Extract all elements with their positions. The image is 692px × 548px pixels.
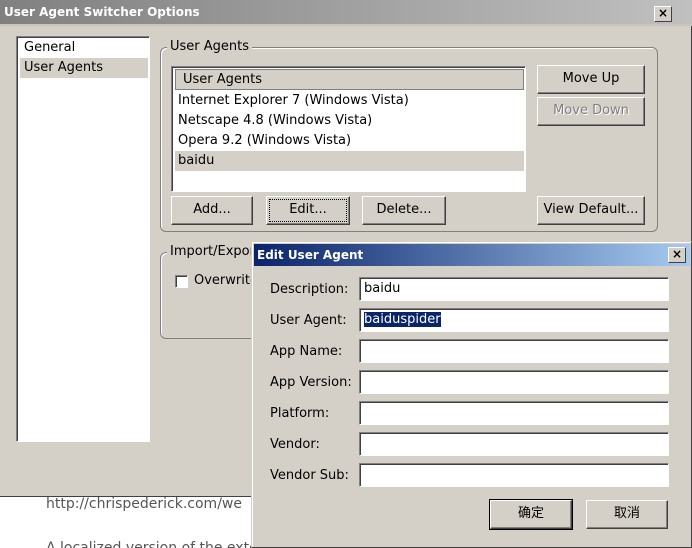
description-field[interactable]: baidu bbox=[359, 277, 669, 301]
edit-button[interactable]: Edit... bbox=[266, 196, 350, 225]
app-version-label: App Version: bbox=[270, 375, 352, 390]
options-title: User Agent Switcher Options bbox=[4, 5, 200, 19]
vendor-sub-label: Vendor Sub: bbox=[270, 468, 349, 483]
user-agent-item[interactable]: Internet Explorer 7 (Windows Vista) bbox=[175, 91, 524, 111]
move-down-label: Move Down bbox=[553, 103, 629, 118]
dialog-close-button[interactable]: × bbox=[668, 247, 686, 263]
move-up-button[interactable]: Move Up bbox=[537, 65, 645, 94]
view-default-label: View Default... bbox=[543, 202, 639, 217]
category-item-user-agents[interactable]: User Agents bbox=[20, 58, 148, 78]
delete-button[interactable]: Delete... bbox=[362, 196, 446, 225]
category-item-general[interactable]: General bbox=[20, 38, 148, 58]
overwrite-label: Overwrite bbox=[194, 273, 251, 288]
delete-label: Delete... bbox=[376, 202, 432, 217]
user-agent-item-selected[interactable]: baidu bbox=[175, 151, 524, 171]
view-default-button[interactable]: View Default... bbox=[537, 196, 645, 225]
user-agent-field[interactable]: baiduspider bbox=[359, 308, 669, 332]
cancel-label: 取消 bbox=[613, 506, 640, 521]
add-button[interactable]: Add... bbox=[171, 196, 253, 225]
add-label: Add... bbox=[193, 202, 231, 217]
overwrite-checkbox[interactable] bbox=[175, 275, 188, 288]
import-export-group-label: Import/Export bbox=[167, 244, 253, 259]
user-agents-group-label: User Agents bbox=[167, 39, 253, 54]
user-agent-list-header[interactable]: User Agents bbox=[175, 69, 524, 90]
dialog-title: Edit User Agent bbox=[257, 248, 364, 262]
app-version-field[interactable] bbox=[359, 370, 669, 394]
user-agent-item[interactable]: Netscape 4.8 (Windows Vista) bbox=[175, 111, 524, 131]
dialog-titlebar[interactable]: Edit User Agent × bbox=[254, 244, 690, 266]
vendor-sub-field[interactable] bbox=[359, 463, 669, 487]
platform-field[interactable] bbox=[359, 401, 669, 425]
user-agent-list[interactable]: User Agents Internet Explorer 7 (Windows… bbox=[171, 66, 526, 192]
edit-user-agent-dialog: Edit User Agent × Description: baidu Use… bbox=[251, 241, 692, 548]
vendor-label: Vendor: bbox=[270, 437, 320, 452]
edit-label: Edit... bbox=[289, 202, 327, 217]
user-agent-field-selected-text: baiduspider bbox=[364, 312, 441, 327]
close-icon: × bbox=[671, 247, 683, 261]
vendor-field[interactable] bbox=[359, 432, 669, 456]
move-down-button[interactable]: Move Down bbox=[537, 97, 645, 126]
options-close-button[interactable]: × bbox=[654, 6, 672, 22]
options-titlebar[interactable]: User Agent Switcher Options × bbox=[0, 0, 692, 26]
move-up-label: Move Up bbox=[562, 71, 620, 86]
background-url-text: http://chrispederick.com/we bbox=[46, 496, 242, 512]
platform-label: Platform: bbox=[270, 406, 330, 421]
close-icon: × bbox=[657, 6, 669, 20]
description-label: Description: bbox=[270, 282, 349, 297]
category-list[interactable]: General User Agents bbox=[16, 36, 150, 442]
ok-label: 确定 bbox=[517, 506, 544, 521]
cancel-button[interactable]: 取消 bbox=[586, 500, 668, 529]
app-name-field[interactable] bbox=[359, 339, 669, 363]
user-agent-label: User Agent: bbox=[270, 313, 347, 328]
user-agent-item[interactable]: Opera 9.2 (Windows Vista) bbox=[175, 131, 524, 151]
app-name-label: App Name: bbox=[270, 344, 343, 359]
ok-button[interactable]: 确定 bbox=[489, 499, 573, 530]
